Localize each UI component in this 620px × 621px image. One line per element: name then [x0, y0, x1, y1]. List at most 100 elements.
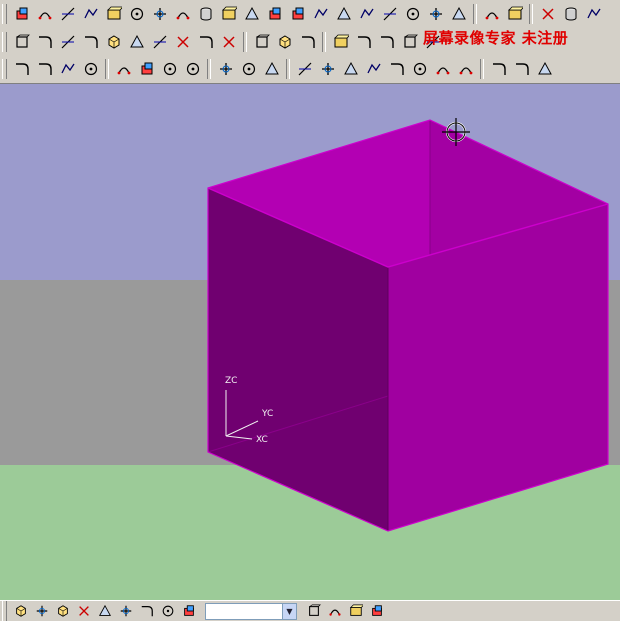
render-style-icon[interactable]	[114, 59, 134, 79]
zoom-icon[interactable]	[35, 59, 55, 79]
snap-icon[interactable]	[482, 4, 502, 24]
type-filter-dropdown[interactable]: ▼	[205, 602, 297, 620]
selection-bar-grip[interactable]	[2, 601, 7, 621]
divide-curve-icon[interactable]	[380, 4, 400, 24]
subtract-icon[interactable]	[295, 59, 315, 79]
sweep-glyph	[541, 8, 554, 20]
visual-effects-glyph	[515, 63, 529, 75]
view-settings-icon[interactable]	[33, 602, 51, 620]
close-icon[interactable]	[584, 4, 604, 24]
snap-existing-point-icon[interactable]	[180, 602, 198, 620]
intersect-icon[interactable]	[318, 59, 338, 79]
chamfer-icon[interactable]	[196, 32, 216, 52]
material-icon[interactable]	[489, 59, 509, 79]
slot-icon[interactable]	[150, 32, 170, 52]
snap-existing-point-glyph	[183, 605, 194, 616]
cylinder-stack-glyph	[129, 34, 144, 47]
select-feature-icon[interactable]	[368, 602, 386, 620]
orient-view-icon[interactable]	[12, 59, 32, 79]
boss-icon[interactable]	[104, 32, 124, 52]
visual-effects-icon[interactable]	[512, 59, 532, 79]
mirror-body-icon[interactable]	[239, 59, 259, 79]
cone-icon[interactable]	[354, 32, 374, 52]
chevron-down-icon[interactable]: ▼	[282, 603, 296, 619]
toolbar-grip[interactable]	[2, 59, 7, 79]
unite-icon[interactable]	[262, 59, 282, 79]
select-body-icon[interactable]	[347, 602, 365, 620]
transform-icon[interactable]	[196, 4, 216, 24]
graphics-viewport[interactable]: ZC YC XC	[0, 84, 620, 600]
hide-icon[interactable]	[400, 32, 420, 52]
point-icon[interactable]	[12, 4, 32, 24]
render-icon[interactable]	[535, 59, 555, 79]
rectangle-icon[interactable]	[81, 4, 101, 24]
select-face-icon[interactable]	[326, 602, 344, 620]
edge-blend-icon[interactable]	[377, 32, 397, 52]
circle-icon[interactable]	[104, 4, 124, 24]
sketch-icon[interactable]	[426, 4, 446, 24]
circle-center-icon[interactable]	[127, 4, 147, 24]
groove-icon[interactable]	[173, 32, 193, 52]
mirror-icon[interactable]	[265, 4, 285, 24]
sweep-icon[interactable]	[538, 4, 558, 24]
curve-through-points-icon[interactable]	[35, 4, 55, 24]
snap-endpoint-icon[interactable]	[75, 602, 93, 620]
extract-geometry-icon[interactable]	[334, 4, 354, 24]
shell-icon[interactable]	[219, 32, 239, 52]
snap-intersection-icon[interactable]	[159, 602, 177, 620]
cylinder-stack-icon[interactable]	[127, 32, 147, 52]
pocket-glyph	[61, 35, 74, 48]
pan-icon[interactable]	[58, 59, 78, 79]
section-view-icon[interactable]	[433, 59, 453, 79]
hidden-edges-icon[interactable]	[183, 59, 203, 79]
joint-icon[interactable]	[242, 4, 262, 24]
selection-filter-icon[interactable]	[305, 602, 323, 620]
edit-curve-icon[interactable]	[219, 4, 239, 24]
snap-point-icon[interactable]	[54, 602, 72, 620]
offset-curve-icon[interactable]	[288, 4, 308, 24]
face-icon[interactable]	[173, 4, 193, 24]
layer-settings-icon[interactable]	[81, 59, 101, 79]
shaded-icon[interactable]	[160, 59, 180, 79]
pocket-icon[interactable]	[58, 32, 78, 52]
cube-wireframe-icon[interactable]	[410, 59, 430, 79]
toolbar-separator	[207, 59, 211, 79]
measure-icon[interactable]	[449, 4, 469, 24]
analysis-icon[interactable]	[561, 4, 581, 24]
light-icon[interactable]	[456, 59, 476, 79]
extrude-icon[interactable]	[252, 32, 272, 52]
face-blend-icon[interactable]	[387, 59, 407, 79]
sketch-plane-icon[interactable]	[12, 32, 32, 52]
render-glyph	[537, 61, 552, 75]
shaded-glyph	[163, 62, 176, 76]
hide-glyph	[403, 34, 418, 48]
section-glyph	[406, 7, 419, 21]
shell-glyph	[222, 35, 235, 48]
datum-plane-icon[interactable]	[216, 59, 236, 79]
snap-midpoint-glyph	[98, 604, 111, 616]
blend-cube-icon[interactable]	[364, 59, 384, 79]
snap-quadrant-icon[interactable]	[138, 602, 156, 620]
render-style-glyph	[117, 67, 130, 75]
curve-parameters-icon[interactable]	[357, 4, 377, 24]
extrude-glyph	[255, 34, 270, 48]
trim-icon[interactable]	[311, 4, 331, 24]
toolbar-grip[interactable]	[2, 31, 7, 52]
snap-midpoint-icon[interactable]	[96, 602, 114, 620]
snap-center-icon[interactable]	[117, 602, 135, 620]
cylinder-icon[interactable]	[331, 32, 351, 52]
shade-cube-icon[interactable]	[341, 59, 361, 79]
hole-icon[interactable]	[35, 32, 55, 52]
triad-label-yc: YC	[261, 409, 273, 419]
snap-intersection-glyph	[162, 605, 173, 617]
block-icon[interactable]	[298, 32, 318, 52]
toolbar-grip[interactable]	[2, 4, 7, 24]
fillet-icon[interactable]	[58, 4, 78, 24]
cone-surface-icon[interactable]	[150, 4, 170, 24]
wireframe-icon[interactable]	[137, 59, 157, 79]
revolve-icon[interactable]	[275, 32, 295, 52]
orient-csys-icon[interactable]	[12, 602, 30, 620]
pad-icon[interactable]	[81, 32, 101, 52]
section-icon[interactable]	[403, 4, 423, 24]
grid-icon[interactable]	[505, 4, 525, 24]
